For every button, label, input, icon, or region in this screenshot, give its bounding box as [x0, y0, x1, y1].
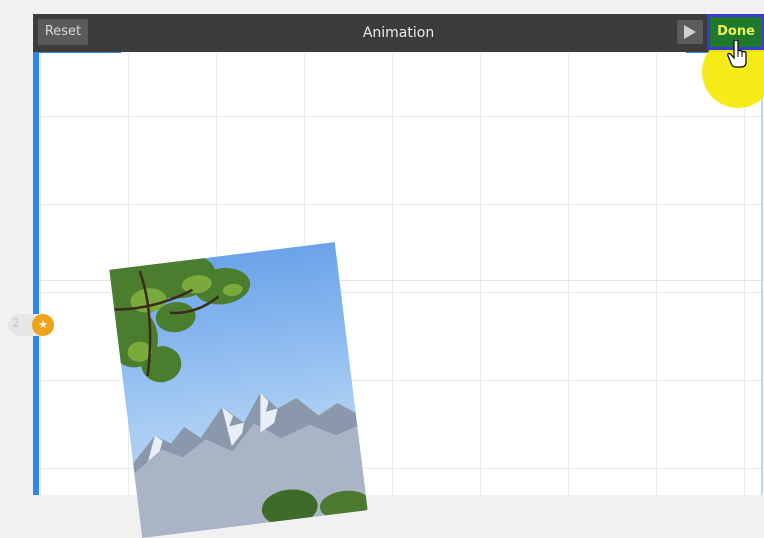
keyframe-number: 2	[12, 316, 20, 330]
toolbar-title: Animation	[362, 25, 435, 41]
selection-edge-right	[761, 40, 763, 495]
play-icon	[684, 25, 696, 39]
star-icon[interactable]: ★	[32, 314, 54, 336]
hand-cursor-icon	[727, 40, 747, 68]
selection-edge-left	[33, 40, 39, 495]
animation-toolbar: Reset Animation	[33, 14, 764, 52]
photo-image	[109, 253, 368, 538]
photo-element[interactable]	[109, 242, 368, 538]
play-button[interactable]	[677, 20, 703, 44]
left-gutter	[0, 0, 34, 495]
